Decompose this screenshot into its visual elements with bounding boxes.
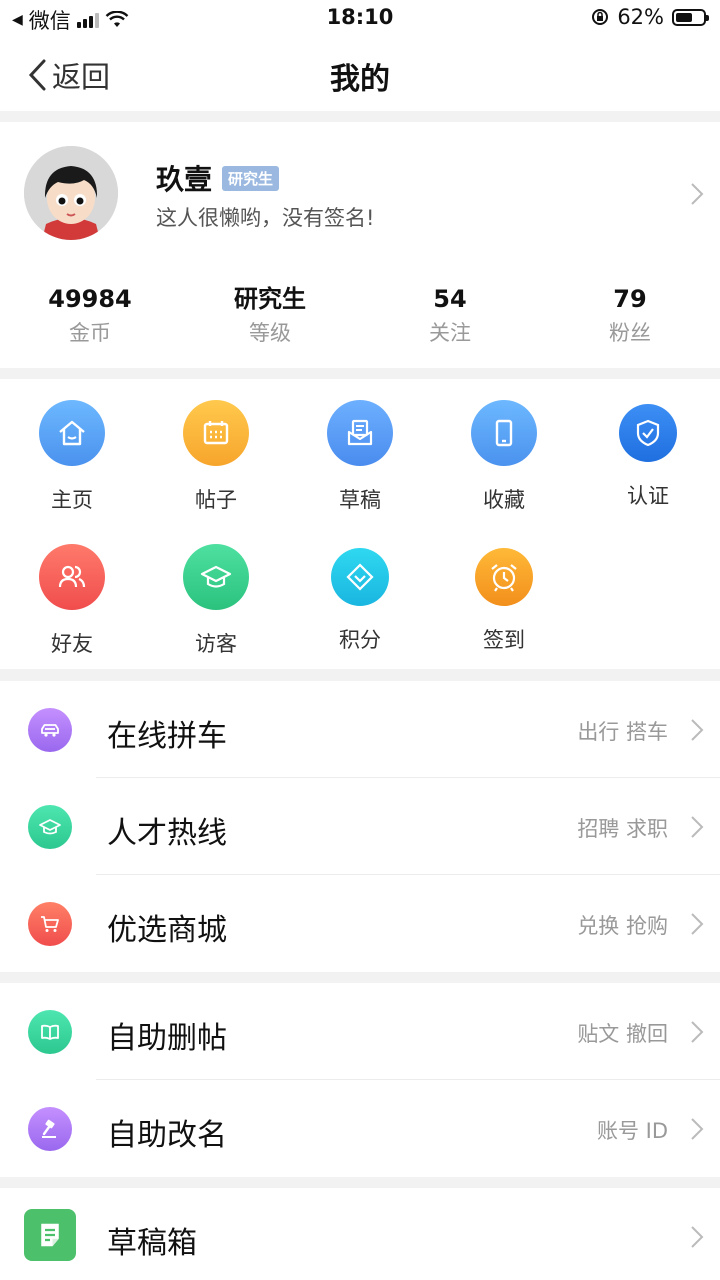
shortcut-label: 好友 bbox=[51, 632, 93, 656]
stat-following[interactable]: 54 关注 bbox=[360, 282, 540, 350]
menu-group-self-service: 自助删帖 贴文 撤回 自助改名 账号 ID bbox=[0, 983, 720, 1177]
battery-icon bbox=[672, 8, 709, 26]
stats-bar: 49984 金币 研究生 等级 54 关注 79 粉丝 bbox=[0, 282, 720, 350]
chevron-right-icon bbox=[691, 1021, 704, 1043]
shortcut-label: 帖子 bbox=[195, 488, 237, 512]
rotation-lock-icon bbox=[592, 9, 609, 25]
shortcut-grid: 主页 帖子 草稿 收藏 认证 好友 访客 积分 签到 bbox=[0, 379, 720, 669]
shortcut-posts[interactable]: 帖子 bbox=[144, 400, 288, 514]
menu-item-tags: 出行 搭车 bbox=[577, 720, 668, 744]
stat-label: 等级 bbox=[249, 321, 291, 345]
menu-item-label: 在线拼车 bbox=[107, 719, 227, 754]
chevron-right-icon bbox=[691, 183, 704, 205]
shortcut-label: 签到 bbox=[483, 628, 525, 652]
menu-item-tags: 招聘 求职 bbox=[577, 817, 668, 841]
menu-item-label: 自助删帖 bbox=[107, 1021, 227, 1056]
calendar-icon bbox=[183, 400, 249, 466]
menu-item-label: 草稿箱 bbox=[107, 1226, 197, 1261]
menu-item-tags: 贴文 撤回 bbox=[577, 1022, 668, 1046]
cart-icon bbox=[28, 902, 72, 946]
friends-icon bbox=[39, 544, 105, 610]
menu-item-tags: 账号 ID bbox=[596, 1119, 668, 1143]
gavel-icon bbox=[28, 1107, 72, 1151]
status-bar: ◀ 微信 18:10 62% bbox=[0, 0, 720, 36]
graduation-cap-icon bbox=[183, 544, 249, 610]
phone-icon bbox=[471, 400, 537, 466]
level-badge: 研究生 bbox=[222, 165, 280, 191]
stat-value: 49984 bbox=[48, 285, 132, 313]
menu-item-label: 优选商城 bbox=[107, 913, 227, 948]
profile-card[interactable]: 玖壹 研究生 这人很懒哟，没有签名! 49984 金币 研究生 等级 54 关注… bbox=[0, 122, 720, 368]
menu-item-label: 自助改名 bbox=[107, 1118, 227, 1153]
menu-item-delete-post[interactable]: 自助删帖 贴文 撤回 bbox=[0, 983, 720, 1080]
diamond-icon bbox=[331, 548, 389, 606]
car-icon bbox=[28, 708, 72, 752]
avatar[interactable] bbox=[24, 146, 118, 240]
shield-icon bbox=[619, 404, 677, 462]
shortcut-home[interactable]: 主页 bbox=[0, 400, 144, 514]
alarm-clock-icon bbox=[475, 548, 533, 606]
book-icon bbox=[28, 1010, 72, 1054]
back-label: 返回 bbox=[52, 60, 111, 94]
shortcut-verify[interactable]: 认证 bbox=[576, 400, 720, 510]
stat-label: 关注 bbox=[429, 321, 471, 345]
graduation-cap-icon bbox=[28, 805, 72, 849]
stat-value: 79 bbox=[613, 285, 647, 313]
stat-value: 54 bbox=[433, 285, 467, 313]
chevron-right-icon bbox=[691, 719, 704, 741]
menu-item-drafts-box[interactable]: 草稿箱 bbox=[0, 1188, 720, 1280]
home-icon bbox=[39, 400, 105, 466]
chevron-left-icon bbox=[28, 59, 46, 91]
shortcut-label: 访客 bbox=[195, 632, 237, 656]
stat-label: 粉丝 bbox=[609, 321, 651, 345]
stat-label: 金币 bbox=[69, 321, 111, 345]
mail-icon bbox=[327, 400, 393, 466]
shortcut-label: 认证 bbox=[627, 484, 669, 508]
battery-percent: 62% bbox=[617, 5, 664, 29]
menu-group-services: 在线拼车 出行 搭车 人才热线 招聘 求职 优选商城 兑换 抢购 bbox=[0, 681, 720, 972]
shortcut-label: 草稿 bbox=[339, 488, 381, 512]
shortcut-favorites[interactable]: 收藏 bbox=[432, 400, 576, 514]
shortcut-label: 积分 bbox=[339, 628, 381, 652]
note-icon bbox=[24, 1209, 76, 1261]
stat-followers[interactable]: 79 粉丝 bbox=[540, 282, 720, 350]
user-bio: 这人很懒哟，没有签名! bbox=[156, 206, 375, 230]
menu-item-label: 人才热线 bbox=[107, 816, 227, 851]
back-button[interactable]: 返回 bbox=[26, 54, 110, 96]
shortcut-checkin[interactable]: 签到 bbox=[432, 544, 576, 654]
stat-coins[interactable]: 49984 金币 bbox=[0, 282, 180, 350]
menu-item-tags: 兑换 抢购 bbox=[577, 914, 668, 938]
chevron-right-icon bbox=[691, 1118, 704, 1140]
menu-group-drafts: 草稿箱 bbox=[0, 1188, 720, 1280]
shortcut-label: 主页 bbox=[51, 488, 93, 512]
shortcut-drafts[interactable]: 草稿 bbox=[288, 400, 432, 514]
shortcut-label: 收藏 bbox=[483, 488, 525, 512]
shortcut-visitors[interactable]: 访客 bbox=[144, 544, 288, 658]
stat-level[interactable]: 研究生 等级 bbox=[180, 282, 360, 350]
menu-item-carpool[interactable]: 在线拼车 出行 搭车 bbox=[0, 681, 720, 778]
nav-bar: 返回 我的 bbox=[0, 36, 720, 111]
menu-item-rename[interactable]: 自助改名 账号 ID bbox=[0, 1080, 720, 1177]
menu-item-mall[interactable]: 优选商城 兑换 抢购 bbox=[0, 875, 720, 972]
chevron-right-icon bbox=[691, 913, 704, 935]
avatar-image bbox=[24, 146, 118, 240]
chevron-right-icon bbox=[691, 816, 704, 838]
stat-value: 研究生 bbox=[234, 285, 306, 313]
user-name: 玖壹 bbox=[156, 163, 213, 196]
menu-item-talent-hotline[interactable]: 人才热线 招聘 求职 bbox=[0, 778, 720, 875]
chevron-right-icon bbox=[691, 1226, 704, 1248]
shortcut-points[interactable]: 积分 bbox=[288, 544, 432, 654]
shortcut-friends[interactable]: 好友 bbox=[0, 544, 144, 658]
